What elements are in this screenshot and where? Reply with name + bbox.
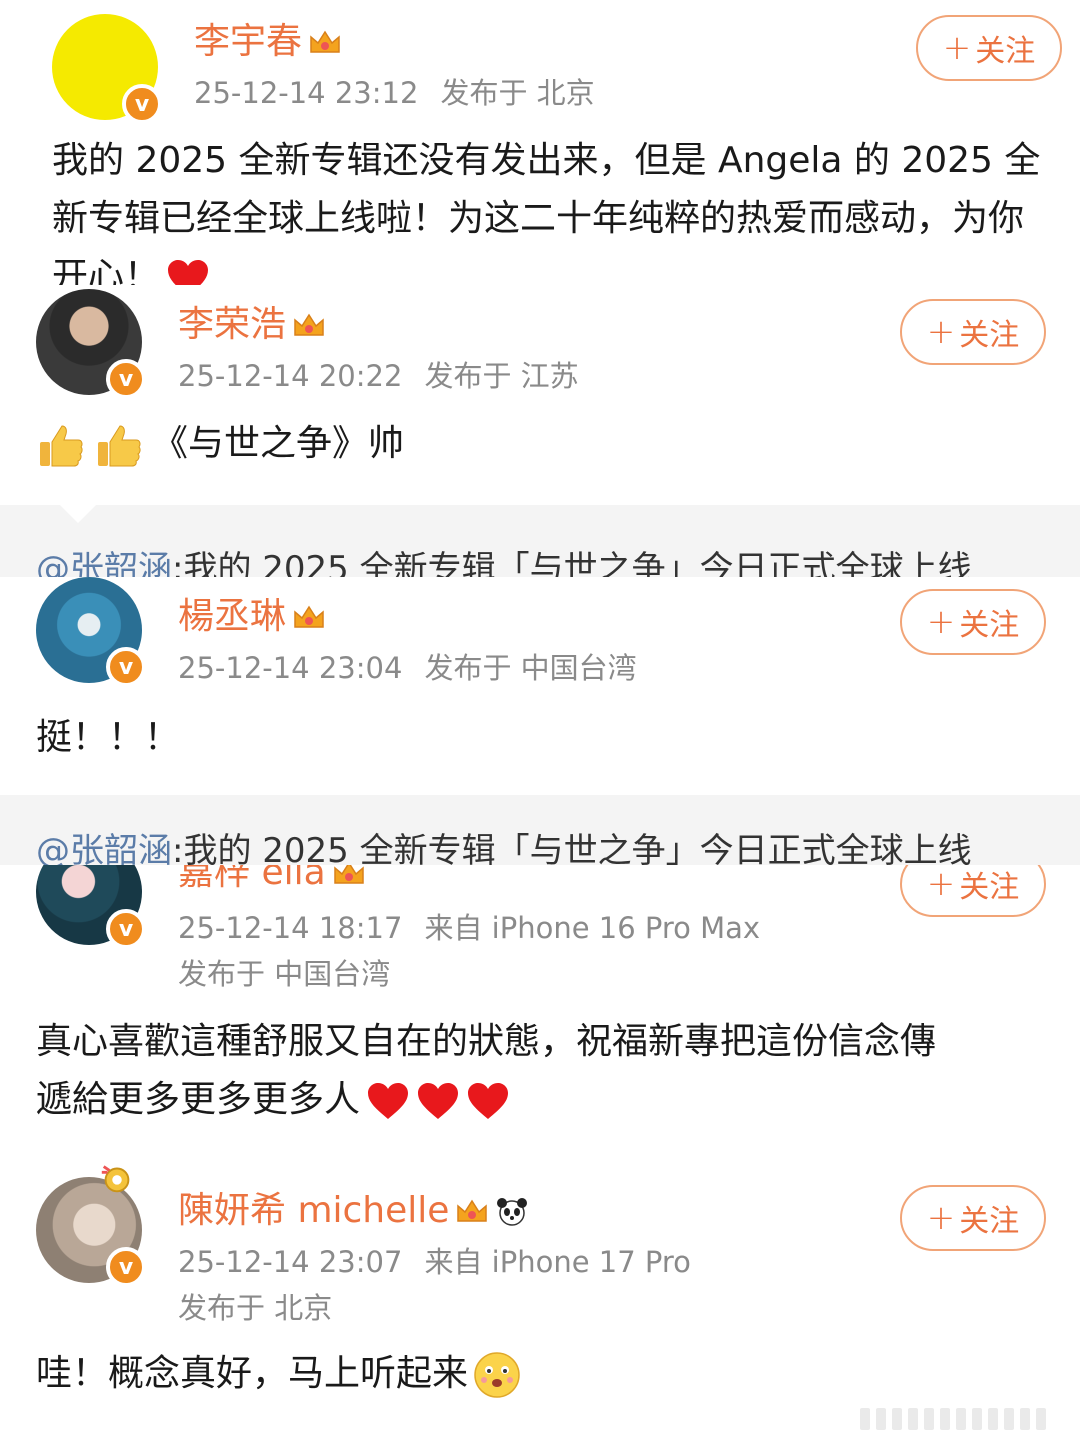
avatar[interactable]: v bbox=[52, 14, 162, 124]
post-text: 《与世之争》帅 bbox=[36, 415, 404, 473]
quote-text: @张韶涵:我的 2025 全新专辑「与世之争」今日正式全球上线 bbox=[36, 549, 972, 577]
verified-badge-icon: v bbox=[106, 1247, 146, 1287]
post-meta: 25-12-14 23:12 发布于 北京 bbox=[194, 76, 595, 110]
post-meta: 25-12-14 18:17 来自 iPhone 16 Pro Max bbox=[178, 911, 761, 945]
heart-icon bbox=[468, 1083, 509, 1119]
plus-icon: + bbox=[926, 312, 956, 352]
verified-badge-icon: v bbox=[106, 909, 146, 949]
touched-face-icon bbox=[474, 1352, 520, 1398]
follow-button[interactable]: + 关注 bbox=[900, 299, 1046, 365]
follow-button[interactable]: + 关注 bbox=[916, 15, 1062, 81]
quoted-post[interactable]: @张韶涵:我的 2025 全新专辑「与世之争」今日正式全球上线 bbox=[0, 795, 1080, 865]
crown-icon bbox=[457, 1199, 488, 1222]
plus-icon: + bbox=[926, 1198, 956, 1238]
username[interactable]: 陳妍希 michelle bbox=[178, 1181, 529, 1233]
post-meta: 25-12-14 20:22 发布于 江苏 bbox=[178, 359, 579, 393]
crown-icon bbox=[294, 605, 324, 628]
follow-button[interactable]: + 关注 bbox=[900, 1185, 1046, 1251]
post-yangchenglin: v 楊丞琳 25-12-14 23:04 发布于 中国台湾 + 关注 挺！！！ bbox=[0, 577, 1080, 795]
panda-icon bbox=[497, 1198, 528, 1226]
heart-icon bbox=[418, 1083, 459, 1119]
avatar[interactable]: v bbox=[36, 577, 146, 687]
follow-button[interactable]: + 关注 bbox=[900, 589, 1046, 655]
heart-icon bbox=[368, 1083, 409, 1119]
username[interactable]: 楊丞琳 bbox=[178, 587, 326, 639]
post-lironghao: v 李荣浩 25-12-14 20:22 发布于 江苏 + 关注 《与世之争》帅 bbox=[0, 285, 1080, 505]
watermark-bar bbox=[860, 1408, 1070, 1434]
avatar[interactable]: v bbox=[36, 865, 146, 949]
verified-badge-icon: v bbox=[106, 647, 146, 687]
crown-icon bbox=[310, 30, 340, 53]
quote-text: @张韶涵:我的 2025 全新专辑「与世之争」今日正式全球上线 bbox=[36, 831, 972, 865]
post-meta: 25-12-14 23:04 发布于 中国台湾 bbox=[178, 651, 637, 685]
avatar-pendant-icon bbox=[101, 1165, 130, 1193]
post-location: 发布于 中国台湾 bbox=[178, 957, 391, 991]
post-text: 我的 2025 全新专辑还没有发出来，但是 Angela 的 2025 全新专辑… bbox=[52, 132, 1042, 290]
plus-icon: + bbox=[942, 28, 972, 68]
plus-icon: + bbox=[926, 865, 956, 904]
username[interactable]: 李荣浩 bbox=[178, 295, 326, 347]
post-liyuchun: v 李宇春 25-12-14 23:12 发布于 北京 + 关注 我的 2025 全… bbox=[0, 0, 1080, 290]
post-ella: v 嘉梓 ella 25-12-14 18:17 来自 iPhone 16 Pro… bbox=[0, 865, 1080, 1155]
post-michelle: v 陳妍希 michelle 25-12-14 23:07 来自 iPhone 1… bbox=[0, 1155, 1080, 1440]
crown-icon bbox=[294, 313, 324, 336]
post-meta: 25-12-14 23:07 来自 iPhone 17 Pro bbox=[178, 1245, 691, 1279]
username[interactable]: 李宇春 bbox=[194, 12, 342, 64]
thumbs-up-icon bbox=[98, 425, 141, 467]
avatar[interactable]: v bbox=[36, 289, 146, 399]
verified-badge-icon: v bbox=[122, 84, 162, 124]
post-text: 真心喜歡這種舒服又自在的狀態，祝福新專把這份信念傳 遞給更多更多更多人 bbox=[36, 1021, 937, 1120]
verified-badge-icon: v bbox=[106, 359, 146, 399]
quoted-post[interactable]: @张韶涵:我的 2025 全新专辑「与世之争」今日正式全球上线 bbox=[0, 505, 1080, 577]
thumbs-up-icon bbox=[40, 425, 83, 467]
post-text: 哇！概念真好，马上听起来 bbox=[36, 1345, 530, 1403]
crown-icon bbox=[333, 865, 364, 884]
post-text: 挺！！！ bbox=[36, 717, 181, 758]
plus-icon: + bbox=[926, 602, 956, 642]
follow-button[interactable]: + 关注 bbox=[900, 865, 1046, 917]
username[interactable]: 嘉梓 ella bbox=[178, 865, 366, 895]
quote-notch bbox=[60, 505, 96, 523]
post-location: 发布于 北京 bbox=[178, 1291, 333, 1325]
